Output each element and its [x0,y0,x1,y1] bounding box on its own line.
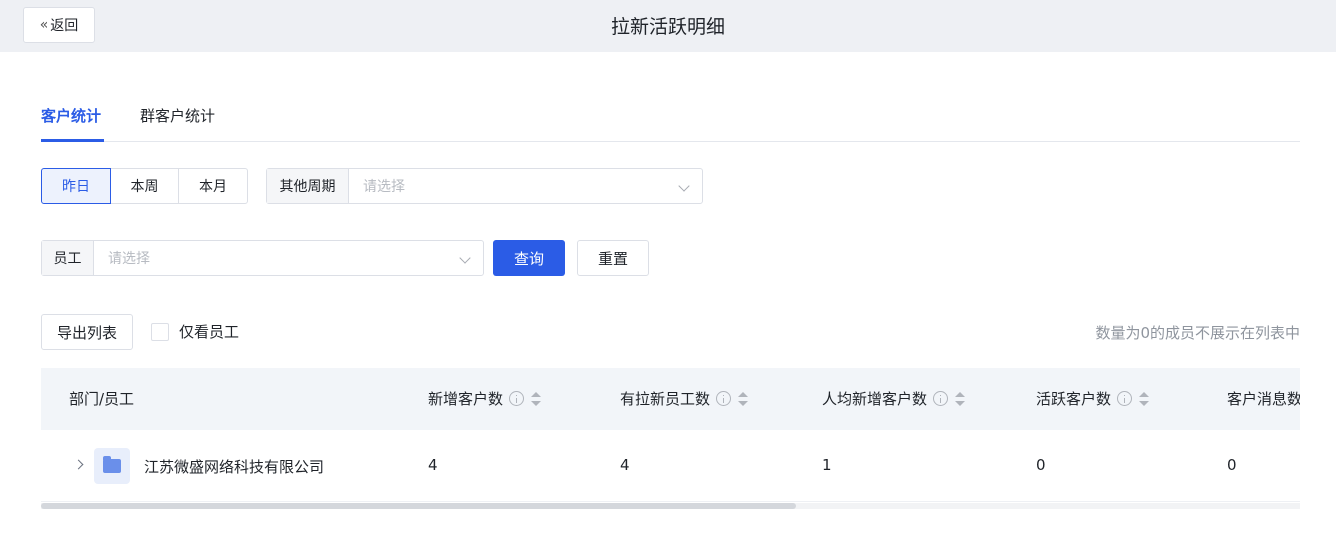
column-header-staff-with-new[interactable]: 有拉新员工数 [620,388,749,409]
column-header-label: 新增客户数 [428,390,504,408]
row-company-name: 江苏微盛网络科技有限公司 [144,458,325,476]
horizontal-scrollbar[interactable] [41,503,1300,509]
sort-icon[interactable] [1139,391,1150,406]
info-icon[interactable] [1117,391,1133,406]
other-period-label: 其他周期 [267,169,349,203]
only-staff-label: 仅看员工 [179,323,240,341]
column-header-label: 部门/员工 [69,390,135,408]
tab-customer-stats-label: 客户统计 [41,107,102,125]
period-yesterday-button[interactable]: 昨日 [41,168,111,204]
column-header-department: 部门/员工 [69,388,134,409]
stats-table: 部门/员工 新增客户数 有拉新员工数 人均新增客户数 活跃客户数 客户消息数 江… [41,368,1300,509]
column-header-label: 客户消息数 [1227,390,1300,408]
sort-icon[interactable] [955,391,966,406]
employee-label: 员工 [42,241,94,275]
info-icon[interactable] [716,391,732,406]
column-header-label: 有拉新员工数 [620,390,711,408]
query-button[interactable]: 查询 [493,240,565,276]
info-icon[interactable] [509,391,525,406]
scrollbar-thumb[interactable] [41,503,797,509]
cell-new-customers: 4 [428,456,438,474]
info-icon[interactable] [933,391,949,406]
employee-input[interactable]: 请选择 [94,241,483,275]
table-header: 部门/员工 新增客户数 有拉新员工数 人均新增客户数 活跃客户数 客户消息数 [41,368,1300,430]
tab-bar: 客户统计 群客户统计 [41,96,1300,142]
chevron-down-icon [678,180,690,192]
period-segmented-control: 昨日 本周 本月 [41,168,248,204]
column-header-active-customers[interactable]: 活跃客户数 [1036,388,1150,409]
only-staff-checkbox[interactable]: 仅看员工 [151,321,239,342]
tab-group-customer-stats-label: 群客户统计 [140,107,216,125]
period-this-month-button[interactable]: 本月 [178,168,248,204]
other-period-select[interactable]: 其他周期 请选择 [266,168,703,204]
top-bar: « 返回 拉新活跃明细 [0,0,1336,52]
checkbox-box[interactable] [151,322,169,341]
cell-staff-with-new: 4 [620,456,630,474]
chevron-right-icon[interactable] [73,459,84,470]
column-header-label: 人均新增客户数 [822,390,928,408]
page-title: 拉新活跃明细 [610,16,725,38]
folder-icon [103,456,121,473]
table-row[interactable]: 江苏微盛网络科技有限公司 4 4 1 0 0 [41,430,1300,502]
export-list-button[interactable]: 导出列表 [41,314,133,350]
tab-customer-stats[interactable]: 客户统计 [41,105,101,126]
reset-button[interactable]: 重置 [577,240,649,276]
column-header-label: 活跃客户数 [1036,390,1112,408]
chevron-down-icon [459,252,471,264]
column-header-avg-new-customers[interactable]: 人均新增客户数 [822,388,966,409]
employee-placeholder: 请选择 [108,251,150,267]
tab-group-customer-stats[interactable]: 群客户统计 [140,105,215,126]
other-period-placeholder: 请选择 [363,179,405,195]
zero-member-hint: 数量为0的成员不展示在列表中 [1095,324,1300,342]
sort-icon[interactable] [738,391,749,406]
active-tab-indicator [41,139,104,142]
column-header-new-customers[interactable]: 新增客户数 [428,388,542,409]
period-this-week-button[interactable]: 本周 [110,168,179,204]
cell-avg-new-customers: 1 [822,456,832,474]
cell-active-customers: 0 [1036,456,1046,474]
other-period-input[interactable]: 请选择 [349,169,702,203]
folder-icon-box [94,448,130,484]
sort-icon[interactable] [531,391,542,406]
column-header-customer-messages[interactable]: 客户消息数 [1227,388,1300,409]
employee-select[interactable]: 员工 请选择 [41,240,484,276]
cell-customer-messages: 0 [1227,456,1237,474]
